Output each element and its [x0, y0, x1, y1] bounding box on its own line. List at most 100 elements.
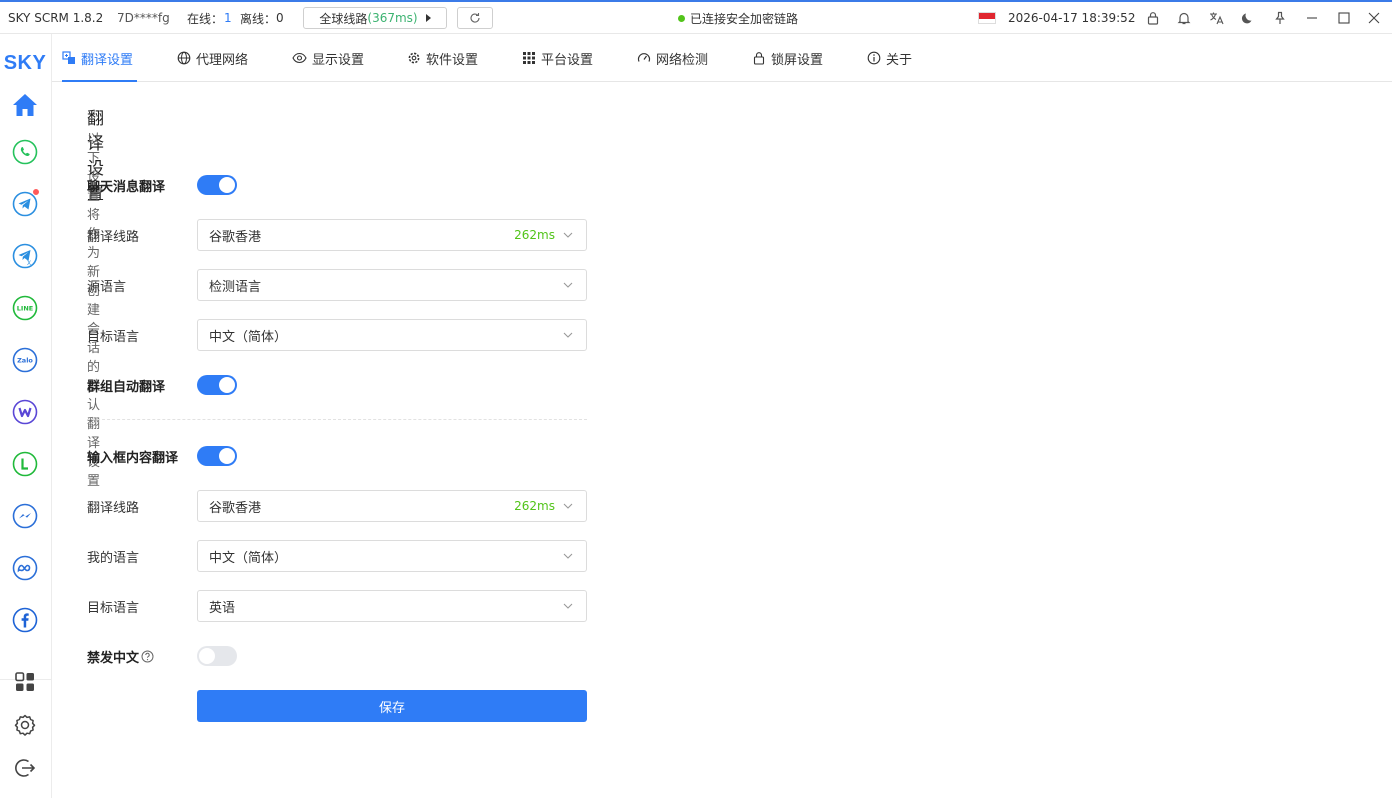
source-language-label: 源语言 — [87, 279, 127, 295]
language-icon[interactable] — [1208, 10, 1224, 26]
minimize-icon[interactable] — [1304, 10, 1320, 26]
ban-chinese-label-group: 禁发中文 — [87, 646, 154, 666]
section-divider — [87, 419, 587, 420]
my-language-select[interactable]: 中文（简体） — [197, 540, 587, 572]
tab-about[interactable]: 关于 — [867, 34, 912, 82]
title-bar: SKY SCRM 1.8.2 7D****fg 在线： 1 离线： 0 全球线路… — [0, 0, 1392, 34]
sidebar-item-telegram[interactable] — [11, 188, 40, 218]
tab-label: 平台设置 — [541, 52, 594, 68]
maximize-icon[interactable] — [1336, 10, 1352, 26]
chevron-down-icon — [563, 503, 573, 509]
messenger-icon — [12, 503, 38, 529]
gear-icon — [408, 52, 420, 64]
route-latency: 262ms — [514, 228, 555, 242]
account-id: 7D****fg — [117, 11, 170, 25]
select-value: 中文（简体） — [209, 550, 288, 566]
svg-text:Zalo: Zalo — [17, 356, 33, 364]
l-icon — [12, 451, 38, 477]
select-value: 中文（简体） — [209, 329, 288, 345]
source-language-select[interactable]: 检测语言 — [197, 269, 587, 301]
route-latency: 262ms — [514, 499, 555, 513]
help-icon[interactable] — [141, 650, 154, 663]
sidebar-item-whatsapp[interactable] — [11, 138, 39, 166]
group-auto-translate-label: 群组自动翻译 — [87, 379, 166, 395]
sidebar-item-meta[interactable] — [11, 554, 39, 582]
chat-translate-label: 聊天消息翻译 — [87, 179, 166, 195]
input-route-select[interactable]: 谷歌香港 262ms — [197, 490, 587, 522]
input-target-language-select[interactable]: 英语 — [197, 590, 587, 622]
sidebar-settings-button[interactable] — [11, 711, 39, 739]
facebook-icon — [12, 607, 38, 633]
play-arrow-icon — [425, 14, 431, 22]
toggle-knob — [199, 648, 215, 664]
clock: 2026-04-17 18:39:52 — [1008, 11, 1136, 25]
pin-icon[interactable] — [1272, 10, 1288, 26]
lock-icon[interactable] — [1145, 10, 1161, 26]
svg-text:X: X — [27, 260, 31, 267]
tab-label: 显示设置 — [312, 52, 365, 68]
sidebar: SKY X LINE Zalo — [0, 34, 52, 798]
sidebar-item-telegram-alt[interactable]: X — [11, 242, 39, 270]
sidebar-item-line[interactable]: LINE — [11, 294, 39, 322]
input-target-language-label: 目标语言 — [87, 600, 140, 616]
sidebar-item-w-app[interactable] — [11, 398, 39, 426]
whatsapp-icon — [12, 139, 38, 165]
group-auto-translate-toggle[interactable] — [197, 375, 237, 395]
moon-icon[interactable] — [1240, 10, 1256, 26]
lock-icon — [753, 52, 765, 65]
sidebar-apps-button[interactable] — [11, 668, 39, 696]
meta-icon — [12, 555, 38, 581]
chevron-down-icon — [563, 232, 573, 238]
tab-translate-settings[interactable]: 翻译设置 — [62, 34, 133, 82]
toggle-knob — [219, 377, 235, 393]
apps-grid-icon — [15, 672, 34, 691]
sidebar-item-facebook[interactable] — [11, 606, 39, 634]
w-icon — [12, 399, 38, 425]
info-icon — [867, 51, 881, 65]
tab-label: 翻译设置 — [81, 52, 134, 68]
tab-label: 网络检测 — [656, 52, 709, 68]
chevron-down-icon — [563, 553, 573, 559]
toggle-knob — [219, 448, 235, 464]
sidebar-logout-button[interactable] — [11, 754, 39, 782]
select-value: 英语 — [209, 600, 236, 616]
grid-icon — [523, 52, 535, 64]
offline-count: 0 — [276, 11, 284, 25]
save-button[interactable]: 保存 — [197, 690, 587, 722]
refresh-button[interactable] — [457, 7, 493, 29]
tab-label: 软件设置 — [426, 52, 479, 68]
bell-icon[interactable] — [1176, 10, 1192, 26]
sidebar-item-l-app[interactable] — [11, 450, 39, 478]
sidebar-item-zalo[interactable]: Zalo — [11, 346, 39, 374]
status-dot — [678, 14, 685, 22]
speedometer-icon — [637, 53, 651, 62]
tab-platform-settings[interactable]: 平台设置 — [522, 34, 593, 82]
eye-icon — [292, 52, 307, 64]
tab-software-settings[interactable]: 软件设置 — [407, 34, 478, 82]
chat-route-label: 翻译线路 — [87, 229, 140, 245]
tab-proxy-network[interactable]: 代理网络 — [177, 34, 248, 82]
route-selector-button[interactable]: 全球线路 (367ms) — [303, 7, 447, 29]
target-language-label: 目标语言 — [87, 329, 140, 345]
tab-label: 关于 — [886, 52, 913, 68]
chevron-down-icon — [563, 603, 573, 609]
tab-display-settings[interactable]: 显示设置 — [292, 34, 364, 82]
close-icon[interactable] — [1366, 10, 1382, 26]
input-translate-toggle[interactable] — [197, 446, 237, 466]
select-value: 谷歌香港 — [209, 500, 262, 516]
svg-text:LINE: LINE — [17, 305, 33, 313]
my-language-label: 我的语言 — [87, 550, 140, 566]
telegram-alt-icon: X — [12, 243, 38, 269]
sidebar-item-home[interactable] — [11, 91, 39, 119]
offline-label: 离线： — [240, 11, 277, 26]
sky-logo: SKY — [3, 52, 47, 74]
refresh-icon — [470, 13, 480, 23]
ban-chinese-toggle[interactable] — [197, 646, 237, 666]
tab-lock-settings[interactable]: 锁屏设置 — [752, 34, 823, 82]
tab-network-check[interactable]: 网络检测 — [637, 34, 708, 82]
target-language-select[interactable]: 中文（简体） — [197, 319, 587, 351]
logout-icon — [15, 759, 36, 777]
chat-translate-toggle[interactable] — [197, 175, 237, 195]
chat-route-select[interactable]: 谷歌香港 262ms — [197, 219, 587, 251]
sidebar-item-messenger[interactable] — [11, 502, 39, 530]
